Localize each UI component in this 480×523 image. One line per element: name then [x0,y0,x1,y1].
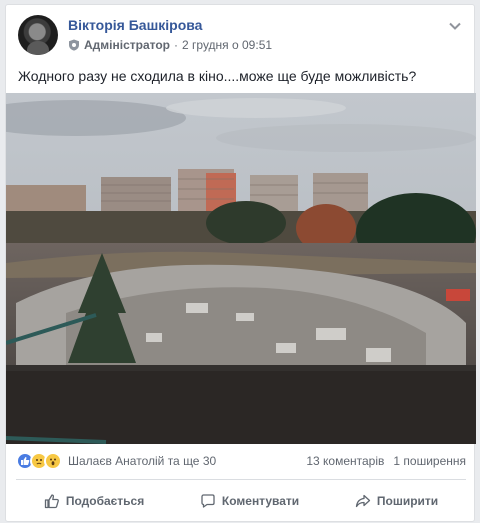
post-meta: Адміністратор · 2 грудня о 09:51 [68,38,272,52]
like-button[interactable]: Подобається [34,487,154,515]
thumbs-up-icon [44,494,59,509]
author-name[interactable]: Вікторія Башкірова [68,17,202,33]
comment-icon [201,494,215,508]
wow-icon [44,452,62,470]
timestamp[interactable]: 2 грудня о 09:51 [182,38,272,52]
share-icon [355,494,371,508]
divider [16,479,466,480]
reaction-icons[interactable] [16,452,62,470]
meta-separator: · [174,38,179,52]
like-label: Подобається [65,494,145,508]
share-count[interactable]: 1 поширення [393,454,466,468]
post-header: Вікторія Башкірова Адміністратор · 2 гру… [18,15,464,57]
shield-icon [69,39,79,51]
action-bar: Подобається Коментувати Поширити [16,485,466,517]
post-photo[interactable] [6,93,476,444]
comment-label: Коментувати [221,494,300,508]
photo-scene [6,93,476,444]
post-card: Вікторія Башкірова Адміністратор · 2 гру… [5,4,476,522]
comment-count[interactable]: 13 коментарів [306,454,384,468]
role-label: Адміністратор [84,38,171,52]
reaction-names[interactable]: Шалаєв Анатолій та ще 30 [68,454,216,468]
share-label: Поширити [376,494,439,508]
chevron-down-icon[interactable] [448,19,462,33]
comment-button[interactable]: Коментувати [190,487,309,515]
avatar[interactable] [18,15,58,55]
engagement-counts: 13 коментарів 1 поширення [306,454,466,468]
reaction-summary: Шалаєв Анатолій та ще 30 13 коментарів 1… [16,451,466,471]
post-text: Жодного разу не сходила в кіно....може щ… [18,68,417,84]
share-button[interactable]: Поширити [345,487,448,515]
